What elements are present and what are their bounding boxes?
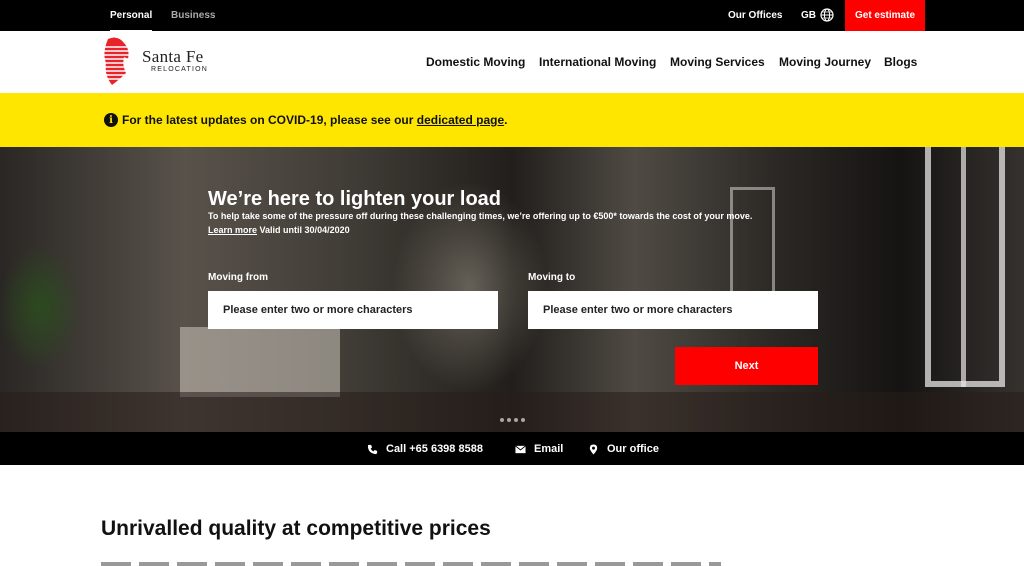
moving-from-input[interactable] [208, 291, 498, 329]
site-header: Santa Fe RELOCATION Domestic Moving Inte… [0, 31, 1024, 93]
carousel-dots[interactable] [500, 418, 525, 422]
our-offices-link[interactable]: Our Offices [728, 10, 782, 21]
hero-window-decor [925, 147, 1005, 387]
email-label: Email [534, 443, 564, 455]
hero-shelf-decor [730, 187, 775, 297]
carousel-dot[interactable] [507, 418, 511, 422]
globe-icon[interactable] [820, 8, 834, 22]
dedicated-page-link[interactable]: dedicated page [417, 113, 504, 127]
carousel-dot[interactable] [500, 418, 504, 422]
section-text-cutoff [101, 560, 721, 566]
hero-offer-validity: Learn more Valid until 30/04/2020 [208, 225, 350, 235]
envelope-icon [515, 444, 526, 453]
carousel-dot[interactable] [521, 418, 525, 422]
section-title: Unrivalled quality at competitive prices [101, 517, 491, 540]
email-link[interactable]: Email [515, 443, 563, 455]
covid-banner: i For the latest updates on COVID-19, pl… [0, 93, 1024, 147]
moving-to-label: Moving to [528, 272, 576, 283]
call-link[interactable]: Call +65 6398 8588 [367, 443, 483, 455]
covid-end: . [504, 113, 508, 127]
contact-bar: Call +65 6398 8588 Email Our office [0, 432, 1024, 465]
horse-logo-icon[interactable] [100, 35, 136, 89]
hero-background [0, 147, 1024, 432]
nav-international-moving[interactable]: International Moving [539, 55, 656, 69]
logo-wordmark[interactable]: Santa Fe RELOCATION [142, 47, 208, 73]
covid-message: For the latest updates on COVID-19, plea… [122, 113, 507, 127]
our-office-link[interactable]: Our office [588, 443, 659, 455]
get-estimate-button[interactable]: Get estimate [845, 0, 925, 31]
carousel-dot[interactable] [514, 418, 518, 422]
segment-business[interactable]: Business [171, 10, 215, 21]
valid-until: Valid until 30/04/2020 [259, 225, 350, 235]
top-bar: Personal Business Our Offices GB Get est… [0, 0, 1024, 33]
call-label: Call +65 6398 8588 [386, 443, 483, 455]
nav-moving-services[interactable]: Moving Services [670, 55, 765, 69]
phone-icon [367, 444, 378, 454]
hero-title: We’re here to lighten your load [208, 188, 502, 210]
covid-text: For the latest updates on COVID-19, plea… [122, 113, 414, 127]
nav-domestic-moving[interactable]: Domestic Moving [426, 55, 525, 69]
moving-to-input[interactable] [528, 291, 818, 329]
hero-subtitle: To help take some of the pressure off du… [208, 211, 753, 221]
next-button[interactable]: Next [675, 347, 818, 385]
map-pin-icon [589, 443, 598, 455]
hero-floor-decor [0, 392, 1024, 432]
language-selector[interactable]: GB [801, 10, 816, 21]
nav-moving-journey[interactable]: Moving Journey [779, 55, 871, 69]
hero-counter-decor [180, 327, 340, 397]
info-icon: i [104, 113, 118, 127]
logo-name: Santa Fe [142, 47, 204, 66]
office-label: Our office [607, 443, 659, 455]
moving-from-label: Moving from [208, 272, 268, 283]
logo-subtitle: RELOCATION [151, 66, 208, 73]
segment-personal[interactable]: Personal [110, 10, 153, 33]
nav-blogs[interactable]: Blogs [884, 55, 917, 69]
learn-more-link[interactable]: Learn more [208, 225, 257, 235]
